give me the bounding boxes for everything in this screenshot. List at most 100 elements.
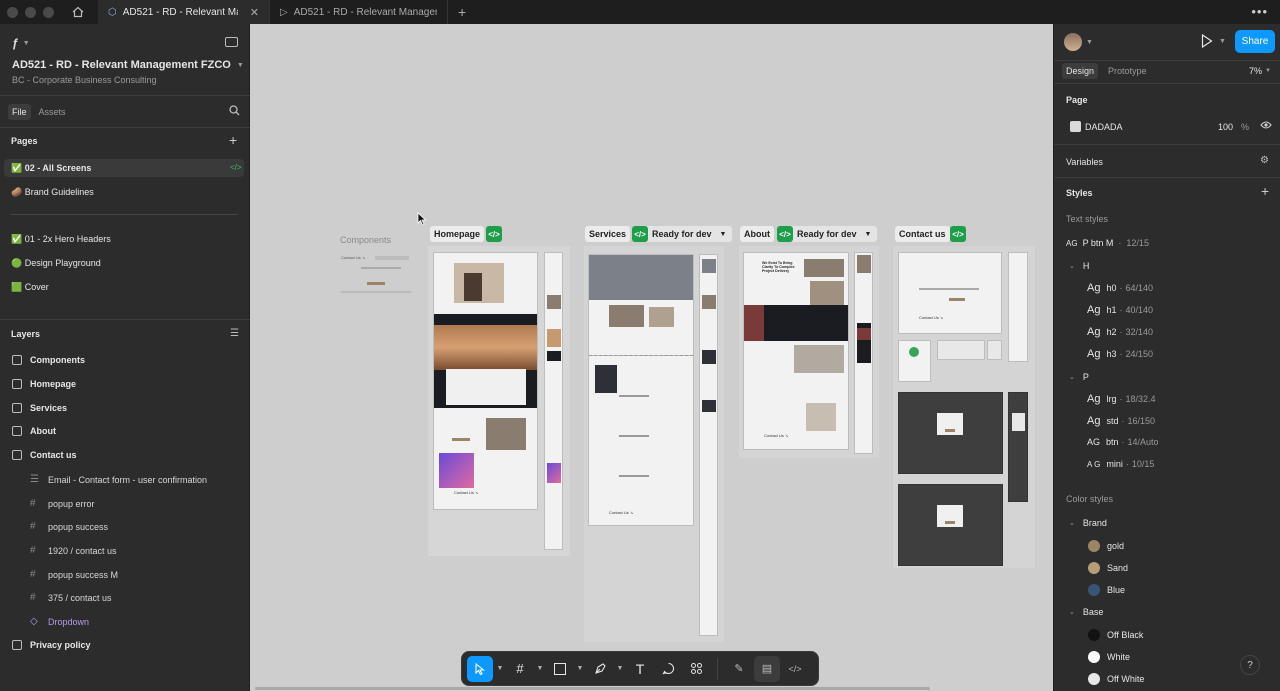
color-style-off-white[interactable]: Off White [1088, 673, 1144, 685]
user-avatar-button[interactable]: ▼ [1064, 33, 1093, 51]
text-tool-button[interactable]: T [627, 656, 653, 682]
share-button[interactable]: Share [1235, 30, 1275, 53]
pen-tool-button[interactable] [587, 656, 613, 682]
draw-mode-button[interactable]: ✎ [726, 656, 752, 682]
add-style-icon[interactable]: + [1261, 183, 1269, 199]
page-item-brand-guidelines[interactable]: 🥔 Brand Guidelines [11, 187, 94, 198]
file-name-button[interactable]: AD521 - RD - Relevant Management FZCO ▼ [12, 59, 244, 71]
horizontal-scrollbar[interactable] [255, 687, 930, 690]
maximize-window-icon[interactable] [43, 6, 54, 18]
layer-components[interactable]: Components [12, 355, 85, 365]
text-style-h0[interactable]: Ag h0 · 64/140 [1087, 282, 1153, 294]
page-color-swatch[interactable] [1070, 121, 1081, 132]
move-tool-button[interactable] [467, 655, 493, 682]
style-group-p[interactable]: ⌄ P [1069, 372, 1089, 382]
layer-privacy-policy[interactable]: Privacy policy [12, 640, 91, 650]
tab-file[interactable]: File [8, 104, 31, 120]
email-frame[interactable] [937, 340, 985, 360]
color-style-off-black[interactable]: Off Black [1088, 629, 1143, 641]
new-tab-icon[interactable]: + [458, 4, 466, 20]
add-page-icon[interactable]: + [229, 132, 237, 148]
text-style-std[interactable]: Ag std · 16/150 [1087, 415, 1155, 427]
color-style-blue[interactable]: Blue [1088, 584, 1125, 596]
about-desktop-frame[interactable]: We Exist To Bring Clarity To Complex Pro… [743, 252, 849, 450]
ready-for-dev-badge-about[interactable]: </> Ready for dev ▼ [777, 226, 878, 242]
services-desktop-frame[interactable]: Contact Us ↘ [588, 254, 694, 526]
components-frame[interactable]: Contact Us ↘ [341, 251, 413, 297]
layer-1920-contact-us[interactable]: #1920 / contact us [30, 545, 117, 556]
page-item-design-playground[interactable]: 🟢 Design Playground [11, 258, 101, 269]
popup-success-m-frame[interactable] [898, 340, 931, 382]
style-group-base[interactable]: ⌄ Base [1069, 607, 1103, 617]
chevron-down-icon[interactable]: ▼ [495, 665, 505, 672]
design-mode-button[interactable]: ▤ [754, 655, 780, 682]
components-frame-label[interactable]: Components [340, 235, 391, 245]
layer-about[interactable]: About [12, 426, 56, 436]
layer-email-contact-form[interactable]: ☰ Email - Contact form - user confirmatio… [30, 474, 207, 485]
page-item-all-screens[interactable]: ✅ 02 - All Screens [11, 163, 91, 174]
frame-label-homepage[interactable]: Homepage [430, 226, 485, 242]
contact-desktop-frame[interactable]: Contact Us ↘ [898, 252, 1002, 334]
tab-file-1[interactable]: ⬡ AD521 - RD - Relevant Managem ✕ [98, 0, 270, 24]
rectangle-tool-button[interactable] [547, 656, 573, 682]
page-item-hero-headers[interactable]: ✅ 01 - 2x Hero Headers [11, 234, 111, 245]
text-style-mini[interactable]: A G mini · 10/15 [1087, 459, 1154, 469]
zoom-dropdown[interactable]: 7% ▼ [1249, 66, 1271, 76]
actions-tool-button[interactable] [683, 656, 709, 682]
text-style-p-btn-m[interactable]: AG P btn M · 12/15 [1066, 238, 1149, 248]
chevron-down-icon[interactable]: ▼ [575, 665, 585, 672]
popup-mobile-frame[interactable] [1008, 392, 1028, 502]
layer-services[interactable]: Services [12, 403, 67, 413]
help-button[interactable]: ? [1240, 655, 1260, 675]
frame-tool-button[interactable]: # [507, 656, 533, 682]
dev-mode-button[interactable]: </> [782, 656, 808, 682]
comment-tool-button[interactable] [655, 656, 681, 682]
close-tab-icon[interactable]: ✕ [250, 6, 259, 19]
layer-popup-error[interactable]: # popup error [30, 498, 95, 509]
frame-label-contact-us[interactable]: Contact us [895, 226, 950, 242]
variables-settings-icon[interactable]: ⚙ [1260, 155, 1269, 166]
chevron-down-icon[interactable]: ▼ [615, 665, 625, 672]
style-group-brand[interactable]: ⌄ Brand [1069, 518, 1107, 528]
layer-contact-us[interactable]: Contact us [12, 450, 77, 460]
popup-success-frame[interactable] [898, 484, 1003, 566]
dev-mode-icon[interactable]: </> [950, 226, 966, 242]
home-icon[interactable] [70, 4, 86, 20]
frame-label-about[interactable]: About [740, 226, 774, 242]
page-color-input[interactable]: DADADA [1085, 122, 1123, 132]
about-mobile-frame[interactable] [854, 252, 873, 454]
canvas[interactable]: Components Contact Us ↘ Homepage </> Con… [250, 24, 1053, 691]
sidebar-toggle-icon[interactable] [225, 37, 238, 47]
layer-popup-success-m[interactable]: # popup success M [30, 569, 118, 580]
tab-file-2[interactable]: ▷ AD521 - RD - Relevant Management F [270, 0, 448, 24]
tab-prototype[interactable]: Prototype [1108, 66, 1147, 76]
tab-design[interactable]: Design [1062, 63, 1099, 79]
layer-375-contact-us[interactable]: #375 / contact us [30, 592, 112, 603]
layer-popup-success[interactable]: # popup success [30, 521, 108, 532]
layer-homepage[interactable]: Homepage [12, 379, 76, 389]
ready-for-dev-badge-services[interactable]: </> Ready for dev ▼ [632, 226, 733, 242]
collapse-layers-icon[interactable]: ☰ [230, 328, 239, 339]
page-item-cover[interactable]: 🟩 Cover [11, 282, 49, 293]
text-style-lrg[interactable]: Ag lrg · 18/32.4 [1087, 393, 1156, 405]
dropdown-frame[interactable] [987, 340, 1002, 360]
page-opacity-input[interactable]: 100 [1218, 122, 1233, 132]
chevron-down-icon[interactable]: ▼ [535, 665, 545, 672]
tab-assets[interactable]: Assets [39, 107, 66, 117]
text-style-h1[interactable]: Ag h1 · 40/140 [1087, 304, 1153, 316]
text-style-h2[interactable]: Ag h2 · 32/140 [1087, 326, 1153, 338]
more-icon[interactable]: ••• [1251, 4, 1268, 19]
search-icon[interactable] [229, 105, 240, 119]
color-style-white[interactable]: White [1088, 651, 1130, 663]
homepage-desktop-frame[interactable]: Contact Us ↘ [433, 252, 538, 510]
color-style-gold[interactable]: gold [1088, 540, 1124, 552]
homepage-mobile-frame[interactable] [544, 252, 563, 550]
style-group-h[interactable]: ⌄ H [1069, 261, 1089, 271]
services-mobile-frame[interactable] [699, 254, 718, 636]
close-window-icon[interactable] [7, 6, 18, 18]
eye-icon[interactable] [1260, 120, 1272, 133]
dev-mode-icon[interactable]: </> [486, 226, 502, 242]
variables-button[interactable]: Variables [1066, 157, 1103, 167]
layer-dropdown[interactable]: ◇ Dropdown [30, 616, 89, 627]
present-button[interactable]: ▼ [1201, 34, 1226, 48]
